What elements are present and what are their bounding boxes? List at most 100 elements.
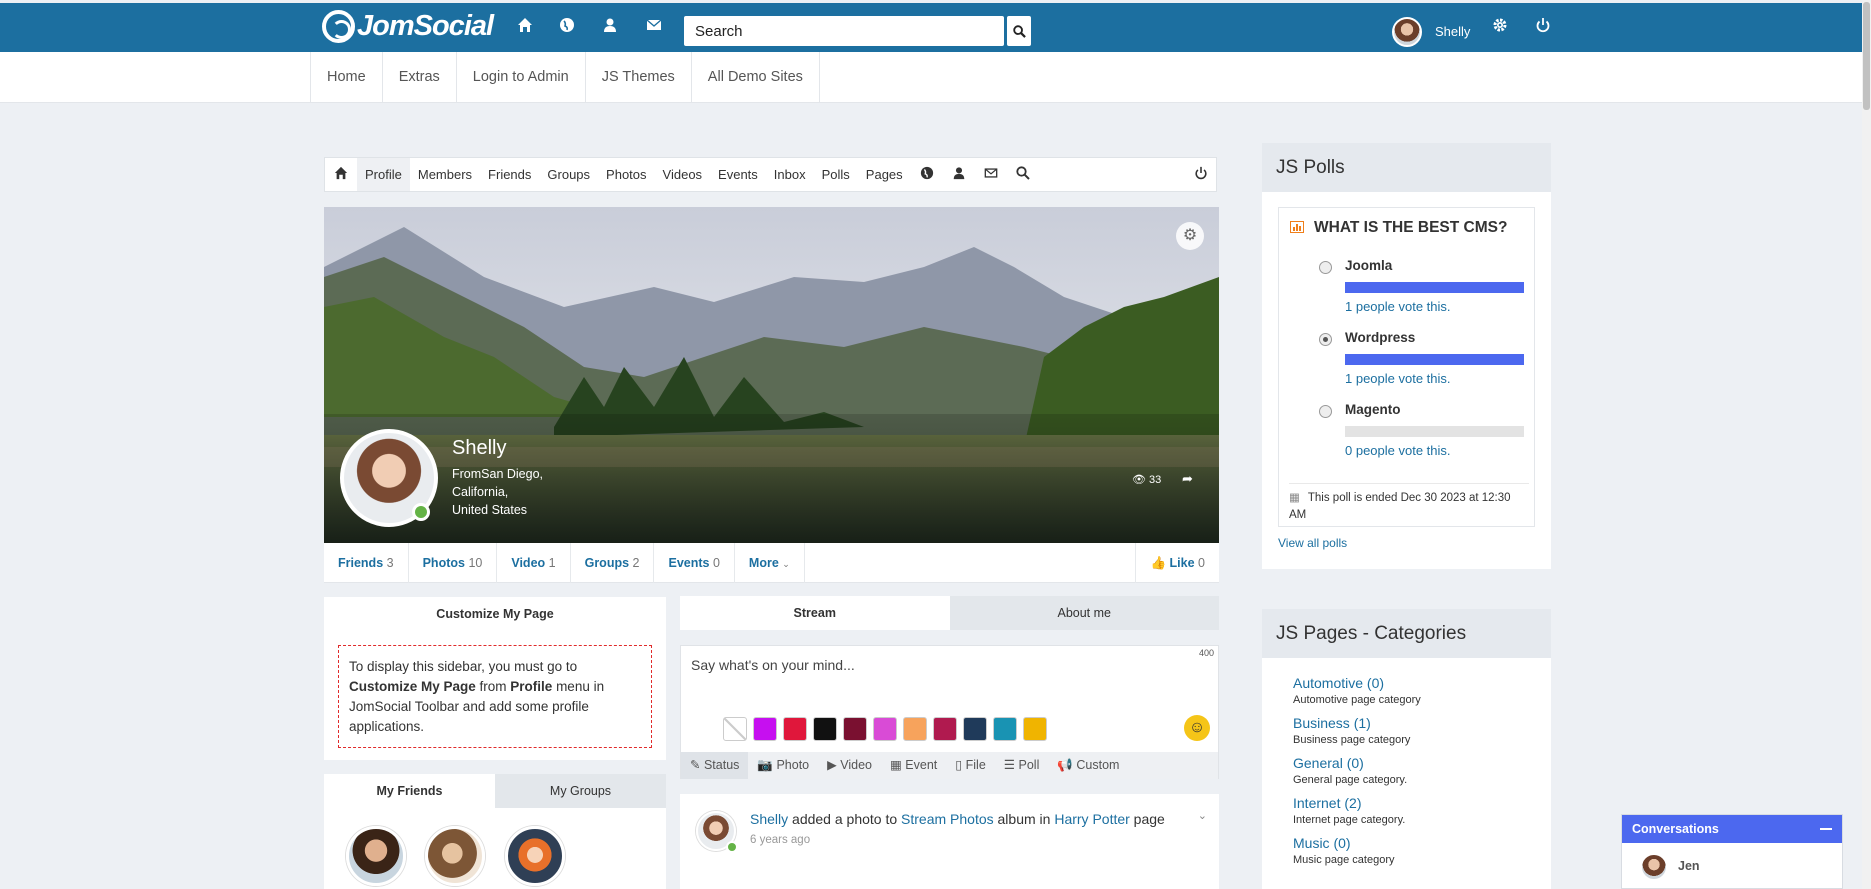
color-swatch[interactable] (933, 717, 957, 741)
toolbar-members[interactable]: Members (410, 158, 480, 191)
scrollbar-thumb[interactable] (1863, 2, 1870, 110)
search-input[interactable] (684, 16, 1004, 46)
composer-tab-photo[interactable]: 📷 Photo (748, 752, 818, 779)
toolbar-profile[interactable]: Profile (357, 158, 410, 191)
friends-groups-tabs: My Friends My Groups (324, 774, 666, 808)
contact-name[interactable]: Jen (1678, 859, 1700, 873)
stat-photos[interactable]: Photos 10 (409, 542, 498, 583)
stat-friends[interactable]: Friends 3 (324, 542, 409, 583)
composer-tab-poll[interactable]: ☰ Poll (995, 752, 1049, 779)
color-swatch[interactable] (813, 717, 837, 741)
poll-option-radio[interactable] (1319, 405, 1332, 418)
composer-tab-status[interactable]: ✎ Status (681, 752, 749, 779)
menu-item-login-admin[interactable]: Login to Admin (457, 52, 586, 103)
tab-my-groups[interactable]: My Groups (495, 774, 666, 808)
gear-icon[interactable] (1489, 17, 1511, 39)
bar-chart-icon (1290, 221, 1304, 236)
color-swatch[interactable] (873, 717, 897, 741)
activity-actor-link[interactable]: Shelly (750, 811, 788, 827)
color-swatch[interactable] (843, 717, 867, 741)
color-swatch[interactable] (963, 717, 987, 741)
page-category-link[interactable]: General (0) (1293, 755, 1407, 771)
toolbar-polls[interactable]: Polls (814, 158, 858, 191)
status-input[interactable]: Say what's on your mind... (691, 657, 855, 673)
toolbar-friends[interactable]: Friends (480, 158, 539, 191)
toolbar-pages[interactable]: Pages (858, 158, 911, 191)
globe-icon[interactable] (556, 17, 578, 39)
poll-option-label[interactable]: Wordpress (1345, 330, 1415, 345)
background-swatches (723, 717, 1047, 741)
toolbar-mail-icon[interactable] (975, 166, 1007, 183)
color-swatch[interactable] (783, 717, 807, 741)
friend-avatar[interactable] (505, 826, 565, 886)
page-scrollbar[interactable] (1862, 0, 1871, 889)
home-icon[interactable] (514, 17, 536, 39)
color-swatch[interactable] (1023, 717, 1047, 741)
stat-events[interactable]: Events 0 (654, 542, 735, 583)
toolbar-globe-icon[interactable] (911, 166, 943, 183)
mail-icon[interactable] (643, 17, 665, 39)
toolbar-groups[interactable]: Groups (539, 158, 598, 191)
composer-tab-file[interactable]: ▯ File (946, 752, 995, 779)
poll-option-label[interactable]: Joomla (1345, 258, 1392, 273)
activity-page-link[interactable]: Harry Potter (1054, 811, 1129, 827)
page-category-link[interactable]: Internet (2) (1293, 795, 1405, 811)
poll-option-radio[interactable] (1319, 333, 1332, 346)
view-all-polls-link[interactable]: View all polls (1278, 536, 1347, 550)
cover-settings-icon[interactable]: ⚙ (1176, 222, 1204, 250)
tab-my-friends[interactable]: My Friends (324, 774, 495, 808)
like-button[interactable]: 👍 Like 0 (1135, 543, 1219, 583)
color-swatch[interactable] (903, 717, 927, 741)
composer-tab-video[interactable]: ▶ Video (818, 752, 881, 779)
user-avatar[interactable] (1392, 17, 1422, 47)
color-swatch[interactable] (993, 717, 1017, 741)
toolbar-home-icon[interactable] (325, 166, 357, 183)
page-category-link[interactable]: Automotive (0) (1293, 675, 1421, 691)
power-icon[interactable] (1532, 17, 1554, 39)
page-category-link[interactable]: Business (1) (1293, 715, 1410, 731)
toolbar-search-icon[interactable] (1007, 166, 1039, 183)
poll-option-votes[interactable]: 0 people vote this. (1345, 443, 1451, 458)
minimize-icon[interactable] (1820, 828, 1832, 830)
poll-option-label[interactable]: Magento (1345, 402, 1401, 417)
menu-item-extras[interactable]: Extras (383, 52, 457, 103)
stat-groups[interactable]: Groups 2 (571, 542, 655, 583)
page-category-link[interactable]: Music (0) (1293, 835, 1395, 851)
more-dropdown[interactable]: More ⌄ (735, 542, 805, 583)
tab-stream[interactable]: Stream (680, 596, 950, 630)
color-swatch[interactable] (753, 717, 777, 741)
toolbar-photos[interactable]: Photos (598, 158, 654, 191)
composer-tab-custom[interactable]: 📢 Custom (1048, 752, 1128, 779)
menu-item-home[interactable]: Home (311, 52, 383, 103)
conversations-header[interactable]: Conversations (1622, 815, 1842, 843)
stat-video[interactable]: Video 1 (497, 542, 571, 583)
activity-time: 6 years ago (750, 834, 811, 846)
page-category-description: Internet page category. (1293, 814, 1406, 826)
profile-name[interactable]: Shelly (452, 437, 506, 460)
friend-avatar[interactable] (346, 826, 406, 886)
poll-option-votes[interactable]: 1 people vote this. (1345, 299, 1451, 314)
emoji-icon[interactable]: ☺ (1184, 715, 1210, 741)
toolbar-power-icon[interactable] (1194, 166, 1208, 183)
search-button[interactable] (1007, 16, 1031, 46)
menu-item-demo-sites[interactable]: All Demo Sites (692, 52, 820, 103)
user-icon[interactable] (599, 17, 621, 39)
menu-item-js-themes[interactable]: JS Themes (586, 52, 692, 103)
toolbar-user-icon[interactable] (943, 166, 975, 183)
user-name[interactable]: Shelly (1435, 24, 1470, 39)
share-icon[interactable]: ➦ (1182, 471, 1193, 487)
jomsocial-logo[interactable]: JomSocial (322, 10, 494, 43)
poll-option-radio[interactable] (1319, 261, 1332, 274)
toolbar-videos[interactable]: Videos (655, 158, 711, 191)
swatch-none[interactable] (723, 717, 747, 741)
tab-about-me[interactable]: About me (949, 596, 1219, 630)
contact-avatar[interactable] (1642, 855, 1666, 879)
poll-option-votes[interactable]: 1 people vote this. (1345, 371, 1451, 386)
chevron-down-icon[interactable]: ⌄ (1198, 809, 1207, 822)
composer-tab-event[interactable]: ▦ Event (881, 752, 946, 779)
toolbar-events[interactable]: Events (710, 158, 766, 191)
activity-album-link[interactable]: Stream Photos (901, 811, 994, 827)
friends-list (324, 808, 666, 889)
toolbar-inbox[interactable]: Inbox (766, 158, 814, 191)
friend-avatar[interactable] (425, 826, 485, 886)
